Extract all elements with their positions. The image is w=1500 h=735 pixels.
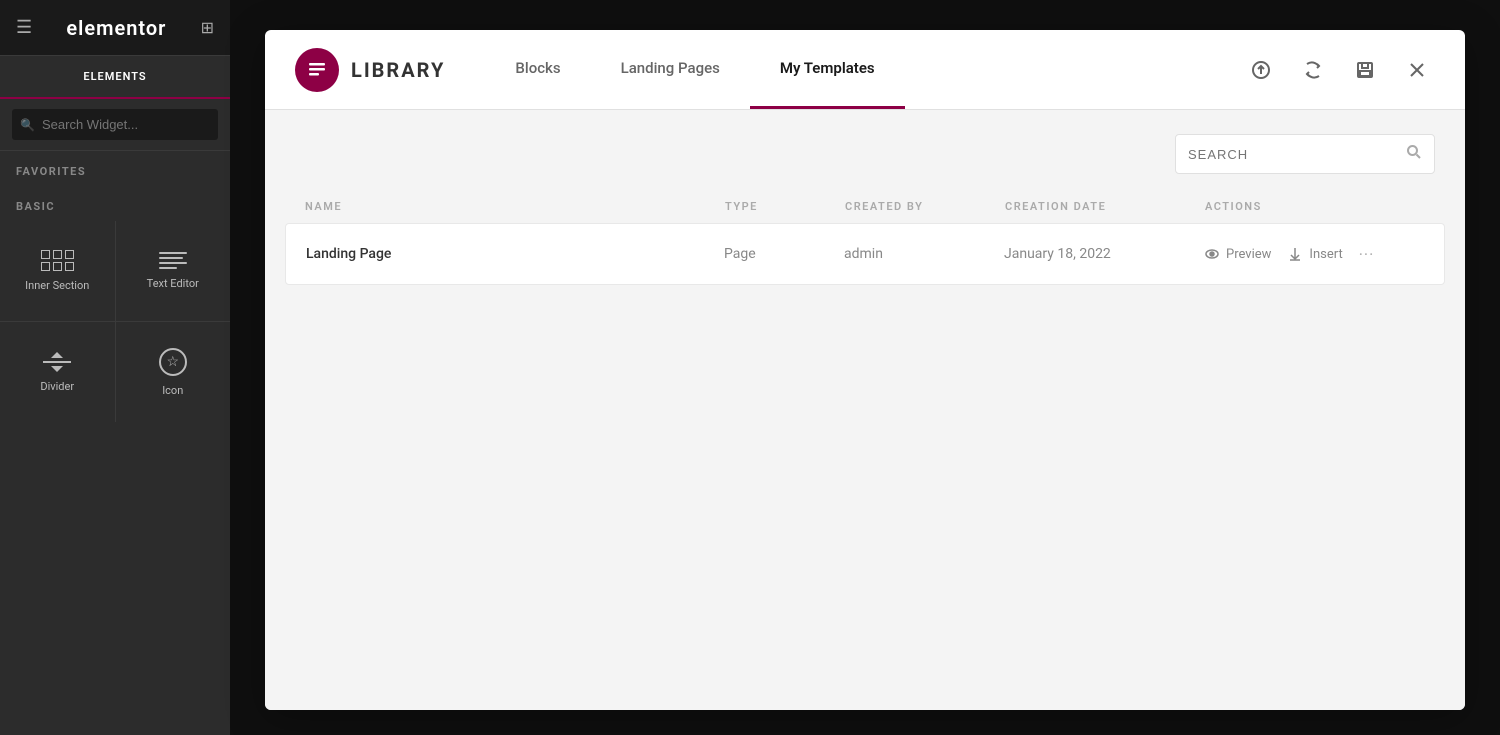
elementor-sidebar: ☰ elementor ⊞ ELEMENTS FAVORITES BASIC: [0, 0, 230, 735]
close-icon: [1409, 62, 1425, 78]
search-bar-row: [265, 110, 1465, 190]
favorites-label: FAVORITES: [0, 151, 230, 186]
col-header-name: NAME: [305, 200, 725, 213]
row-creation-date: January 18, 2022: [1004, 228, 1204, 280]
library-title: LIBRARY: [351, 58, 445, 82]
divider-label: Divider: [40, 380, 74, 393]
insert-arrow-icon: [1287, 246, 1303, 262]
upload-icon: [1251, 60, 1271, 80]
text-editor-label: Text Editor: [147, 277, 199, 290]
tab-landing-pages[interactable]: Landing Pages: [591, 30, 750, 109]
close-button[interactable]: [1399, 52, 1435, 88]
divider-icon: [43, 352, 71, 372]
row-name: Landing Page: [306, 228, 724, 280]
tab-my-templates[interactable]: My Templates: [750, 30, 905, 109]
inner-section-label: Inner Section: [25, 279, 89, 292]
col-header-creation-date: CREATION DATE: [1005, 200, 1205, 213]
row-actions: Preview Insert ···: [1204, 224, 1424, 284]
more-actions-button[interactable]: ···: [1359, 245, 1375, 264]
tab-elements[interactable]: ELEMENTS: [0, 56, 230, 99]
templates-table: NAME TYPE CREATED BY CREATION DATE ACTIO…: [285, 190, 1445, 285]
library-logo: LIBRARY: [295, 48, 445, 92]
grid-icon[interactable]: ⊞: [201, 18, 214, 37]
insert-label: Insert: [1309, 247, 1342, 262]
save-icon: [1355, 60, 1375, 80]
row-created-by: admin: [844, 228, 1004, 280]
col-header-type: TYPE: [725, 200, 845, 213]
widget-item-divider[interactable]: Divider: [0, 322, 115, 422]
preview-button[interactable]: Preview: [1204, 242, 1271, 266]
widget-grid: Inner Section Text Editor Divider ☆ I: [0, 221, 230, 422]
modal-header: LIBRARY Blocks Landing Pages My Template…: [265, 30, 1465, 110]
modal-tabs: Blocks Landing Pages My Templates: [485, 30, 1243, 109]
elementor-e-icon: [306, 59, 328, 81]
col-header-created-by: CREATED BY: [845, 200, 1005, 213]
search-widget-input[interactable]: [12, 109, 218, 140]
table-header: NAME TYPE CREATED BY CREATION DATE ACTIO…: [285, 190, 1445, 223]
search-input[interactable]: [1188, 147, 1406, 162]
modal-header-actions: [1243, 52, 1435, 88]
library-modal: LIBRARY Blocks Landing Pages My Template…: [265, 30, 1465, 710]
sidebar-tabs: ELEMENTS: [0, 56, 230, 99]
search-bar-icon: [1406, 144, 1422, 164]
modal-body: NAME TYPE CREATED BY CREATION DATE ACTIO…: [265, 110, 1465, 710]
inner-section-icon: [41, 250, 74, 271]
sync-icon: [1303, 60, 1323, 80]
col-header-actions: ACTIONS: [1205, 200, 1425, 213]
preview-eye-icon: [1204, 246, 1220, 262]
modal-overlay: LIBRARY Blocks Landing Pages My Template…: [230, 0, 1500, 735]
search-bar: [1175, 134, 1435, 174]
elementor-logo: elementor: [66, 16, 166, 40]
text-editor-icon: [159, 252, 187, 269]
sync-button[interactable]: [1295, 52, 1331, 88]
widget-item-text-editor[interactable]: Text Editor: [116, 221, 231, 321]
row-type: Page: [724, 228, 844, 280]
widget-item-icon[interactable]: ☆ Icon: [116, 322, 231, 422]
hamburger-icon[interactable]: ☰: [16, 17, 32, 38]
search-widget: [0, 99, 230, 151]
preview-label: Preview: [1226, 247, 1271, 262]
tab-blocks[interactable]: Blocks: [485, 30, 590, 109]
icon-widget-icon: ☆: [159, 348, 187, 376]
save-button[interactable]: [1347, 52, 1383, 88]
basic-label: BASIC: [0, 186, 230, 221]
table-row: Landing Page Page admin January 18, 2022…: [285, 223, 1445, 285]
insert-button[interactable]: Insert: [1287, 242, 1342, 266]
upload-button[interactable]: [1243, 52, 1279, 88]
widget-item-inner-section[interactable]: Inner Section: [0, 221, 115, 321]
sidebar-topbar: ☰ elementor ⊞: [0, 0, 230, 56]
icon-label: Icon: [162, 384, 183, 397]
library-logo-circle: [295, 48, 339, 92]
